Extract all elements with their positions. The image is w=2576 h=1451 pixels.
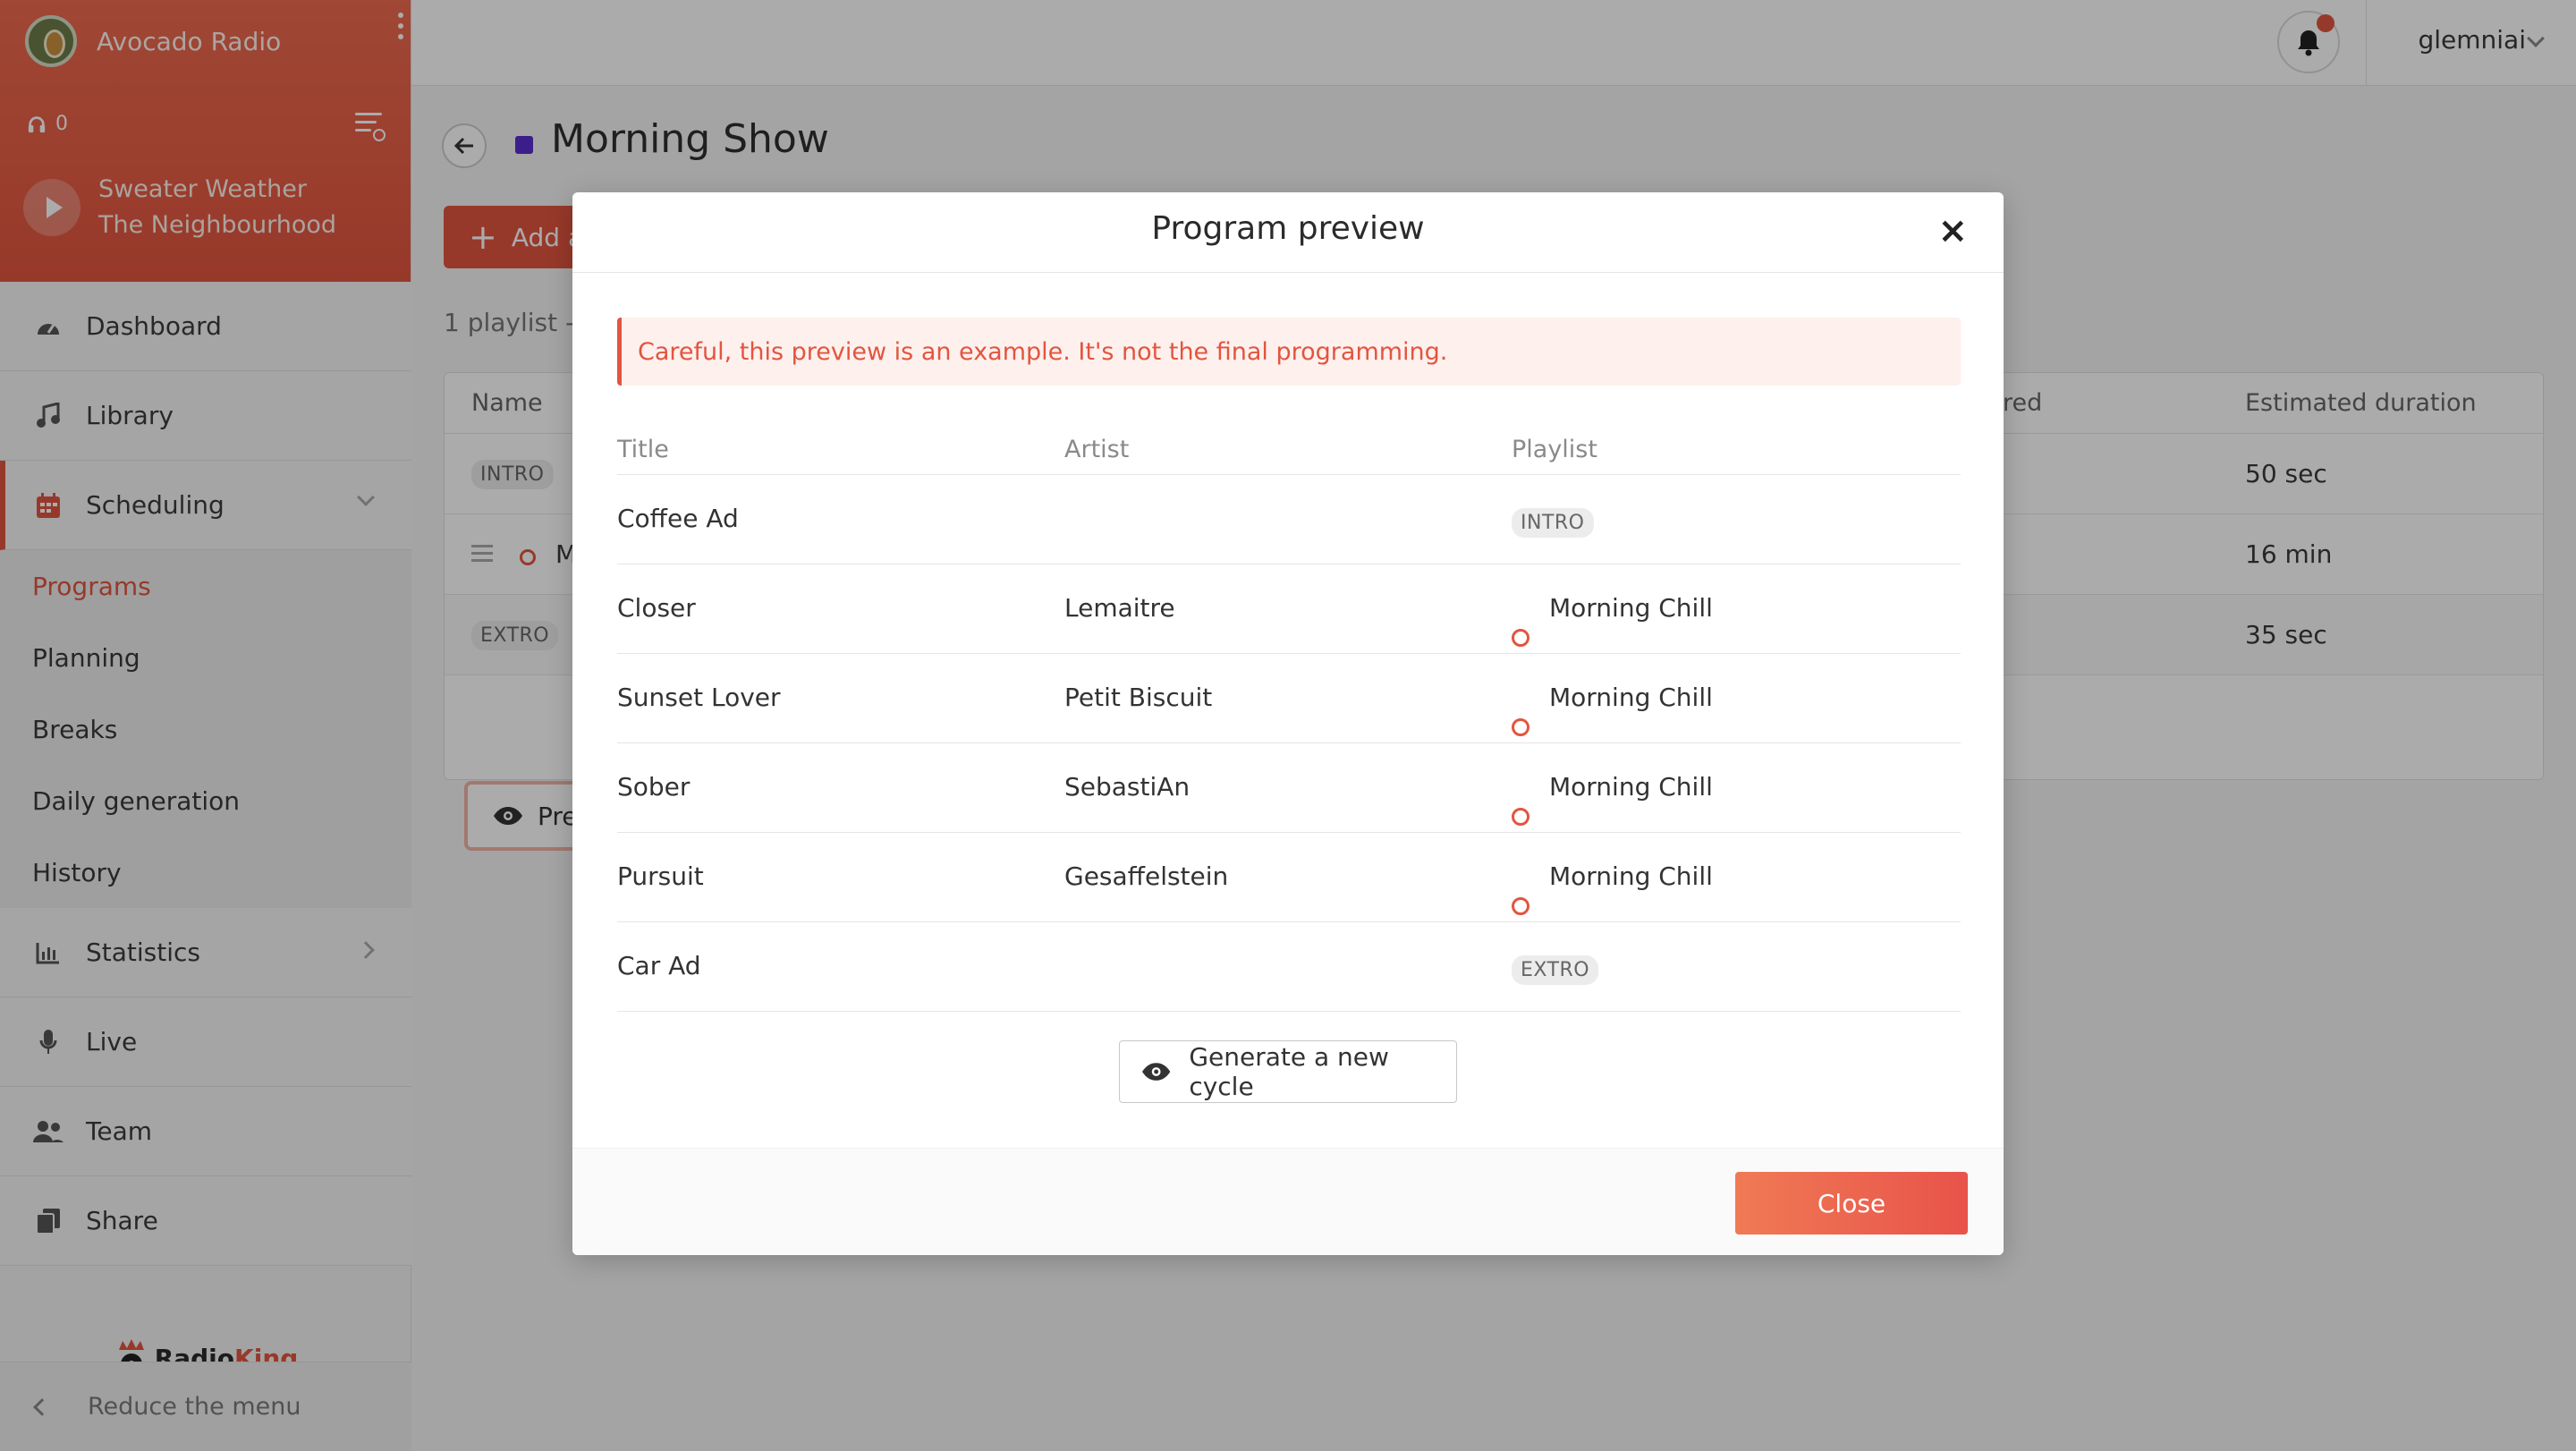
row-title: Car Ad [617, 951, 701, 980]
table-row: Closer Lemaitre Morning Chill [617, 564, 1961, 654]
row-artist: Lemaitre [1064, 593, 1175, 623]
close-button[interactable]: Close [1735, 1172, 1968, 1235]
row-title: Coffee Ad [617, 504, 739, 533]
preview-table-header: Title Artist Playlist [617, 425, 1961, 475]
program-preview-modal: Program preview × Careful, this preview … [572, 192, 2004, 1255]
playlist-ring-icon [1512, 718, 1530, 736]
row-playlist: Morning Chill [1549, 683, 1713, 712]
intro-tag: INTRO [1512, 508, 1594, 538]
playlist-ring-icon [1512, 808, 1530, 826]
row-playlist: Morning Chill [1549, 861, 1713, 891]
row-playlist: Morning Chill [1549, 772, 1713, 802]
row-playlist: Morning Chill [1549, 593, 1713, 623]
warning-alert: Careful, this preview is an example. It'… [617, 318, 1961, 386]
column-playlist: Playlist [1512, 436, 1597, 463]
row-title: Pursuit [617, 861, 704, 891]
table-row: Coffee Ad INTRO [617, 475, 1961, 564]
generate-new-cycle-button[interactable]: Generate a new cycle [1119, 1040, 1457, 1103]
column-title: Title [617, 436, 669, 463]
playlist-ring-icon [1512, 897, 1530, 915]
table-row: Pursuit Gesaffelstein Morning Chill [617, 833, 1961, 922]
playlist-ring-icon [1512, 629, 1530, 647]
modal-header: Program preview × [572, 192, 2004, 273]
row-artist: Petit Biscuit [1064, 683, 1213, 712]
preview-table: Title Artist Playlist Coffee Ad INTRO Cl… [617, 425, 1961, 1012]
extro-tag: EXTRO [1512, 955, 1599, 985]
row-artist: SebastiAn [1064, 772, 1191, 802]
table-row: Sober SebastiAn Morning Chill [617, 743, 1961, 833]
row-title: Closer [617, 593, 696, 623]
column-artist: Artist [1064, 436, 1130, 463]
generate-label: Generate a new cycle [1189, 1042, 1389, 1101]
close-icon[interactable]: × [1937, 210, 1968, 251]
table-row: Car Ad EXTRO [617, 922, 1961, 1012]
modal-footer: Close [572, 1148, 2004, 1255]
table-row: Sunset Lover Petit Biscuit Morning Chill [617, 654, 1961, 743]
row-artist: Gesaffelstein [1064, 861, 1229, 891]
row-title: Sober [617, 772, 691, 802]
row-title: Sunset Lover [617, 683, 781, 712]
modal-title: Program preview [1151, 210, 1425, 247]
eye-icon [1141, 1063, 1171, 1081]
